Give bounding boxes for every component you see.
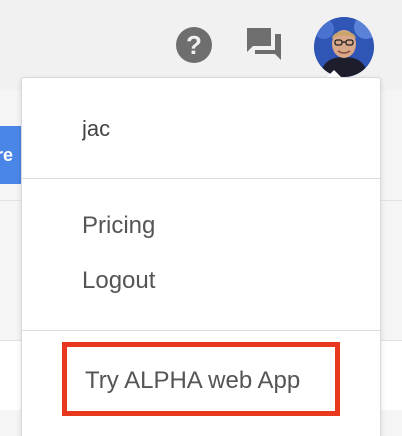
- try-alpha-highlight-box[interactable]: Try ALPHA web App: [62, 342, 340, 416]
- menu-username: jac: [82, 116, 111, 141]
- help-icon[interactable]: ?: [176, 27, 212, 63]
- menu-item-logout[interactable]: Logout: [82, 267, 155, 295]
- background-button-label: are: [0, 145, 14, 165]
- avatar[interactable]: [314, 17, 374, 77]
- menu-item-pricing[interactable]: Pricing: [82, 212, 155, 240]
- menu-divider: [22, 330, 380, 331]
- menu-item-try-alpha-web-app[interactable]: Try ALPHA web App: [85, 367, 300, 395]
- menu-divider: [22, 178, 380, 179]
- background-primary-button[interactable]: are: [0, 126, 24, 184]
- feedback-icon[interactable]: [246, 27, 282, 61]
- page: are ? jac: [0, 0, 402, 436]
- account-menu: jac Pricing Logout Try ALPHA web App: [22, 78, 380, 436]
